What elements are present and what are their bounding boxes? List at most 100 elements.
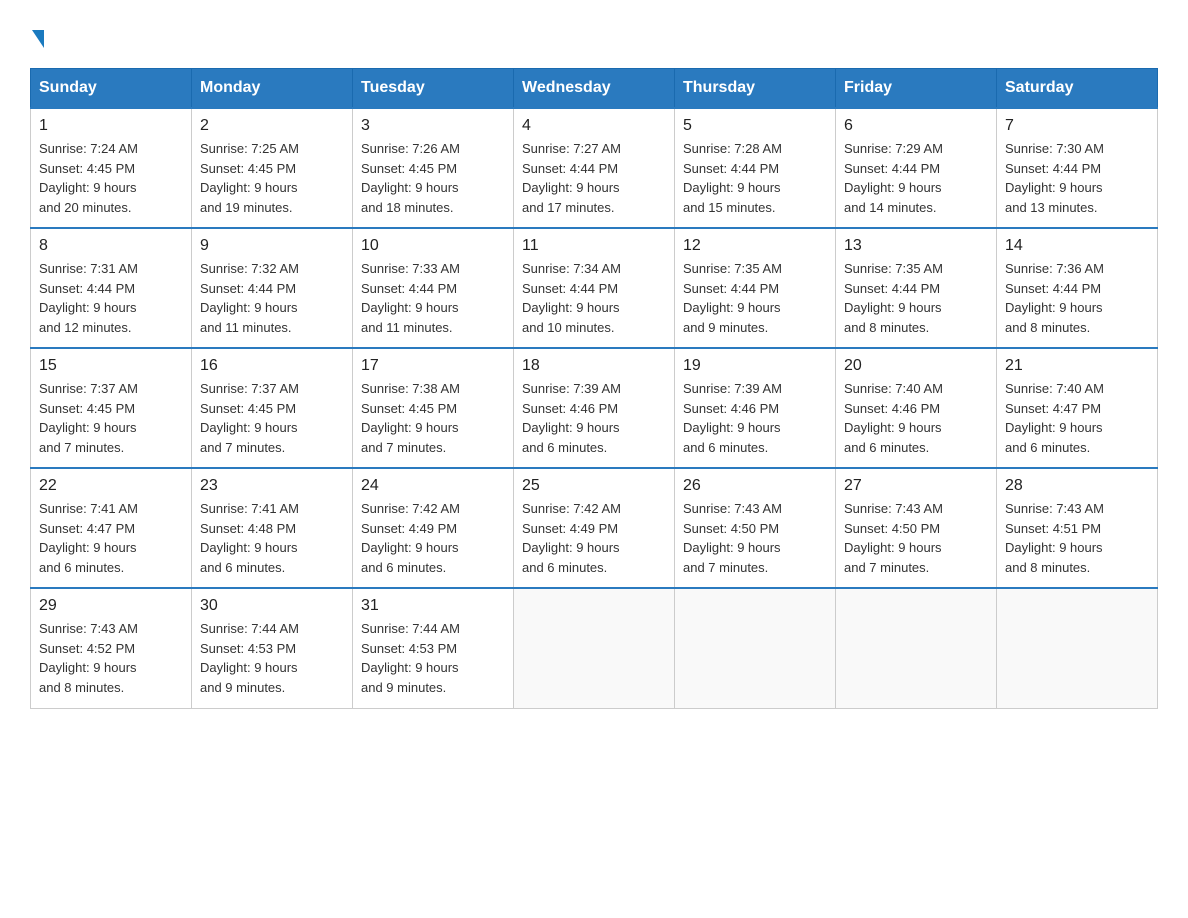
day-info: Sunrise: 7:36 AMSunset: 4:44 PMDaylight:… [1005, 259, 1149, 337]
day-info: Sunrise: 7:42 AMSunset: 4:49 PMDaylight:… [522, 499, 666, 577]
calendar-cell: 6 Sunrise: 7:29 AMSunset: 4:44 PMDayligh… [836, 108, 997, 228]
calendar-cell: 20 Sunrise: 7:40 AMSunset: 4:46 PMDaylig… [836, 348, 997, 468]
calendar-cell: 25 Sunrise: 7:42 AMSunset: 4:49 PMDaylig… [514, 468, 675, 588]
day-number: 16 [200, 357, 344, 375]
day-info: Sunrise: 7:27 AMSunset: 4:44 PMDaylight:… [522, 139, 666, 217]
day-number: 25 [522, 477, 666, 495]
calendar-cell: 10 Sunrise: 7:33 AMSunset: 4:44 PMDaylig… [353, 228, 514, 348]
day-number: 10 [361, 237, 505, 255]
calendar-cell: 27 Sunrise: 7:43 AMSunset: 4:50 PMDaylig… [836, 468, 997, 588]
day-number: 30 [200, 597, 344, 615]
calendar-cell: 28 Sunrise: 7:43 AMSunset: 4:51 PMDaylig… [997, 468, 1158, 588]
day-number: 11 [522, 237, 666, 255]
calendar-week-1: 1 Sunrise: 7:24 AMSunset: 4:45 PMDayligh… [31, 108, 1158, 228]
day-number: 28 [1005, 477, 1149, 495]
day-info: Sunrise: 7:29 AMSunset: 4:44 PMDaylight:… [844, 139, 988, 217]
calendar-week-4: 22 Sunrise: 7:41 AMSunset: 4:47 PMDaylig… [31, 468, 1158, 588]
day-number: 3 [361, 117, 505, 135]
day-number: 9 [200, 237, 344, 255]
day-number: 19 [683, 357, 827, 375]
day-info: Sunrise: 7:31 AMSunset: 4:44 PMDaylight:… [39, 259, 183, 337]
logo-arrow-icon [32, 30, 44, 48]
day-info: Sunrise: 7:43 AMSunset: 4:51 PMDaylight:… [1005, 499, 1149, 577]
day-info: Sunrise: 7:39 AMSunset: 4:46 PMDaylight:… [683, 379, 827, 457]
calendar-cell: 21 Sunrise: 7:40 AMSunset: 4:47 PMDaylig… [997, 348, 1158, 468]
day-info: Sunrise: 7:37 AMSunset: 4:45 PMDaylight:… [200, 379, 344, 457]
weekday-header-friday: Friday [836, 69, 997, 109]
day-number: 22 [39, 477, 183, 495]
day-number: 21 [1005, 357, 1149, 375]
calendar-cell: 16 Sunrise: 7:37 AMSunset: 4:45 PMDaylig… [192, 348, 353, 468]
day-info: Sunrise: 7:38 AMSunset: 4:45 PMDaylight:… [361, 379, 505, 457]
day-info: Sunrise: 7:43 AMSunset: 4:50 PMDaylight:… [844, 499, 988, 577]
day-number: 26 [683, 477, 827, 495]
day-number: 24 [361, 477, 505, 495]
calendar-cell: 4 Sunrise: 7:27 AMSunset: 4:44 PMDayligh… [514, 108, 675, 228]
day-number: 7 [1005, 117, 1149, 135]
day-info: Sunrise: 7:28 AMSunset: 4:44 PMDaylight:… [683, 139, 827, 217]
calendar-cell: 17 Sunrise: 7:38 AMSunset: 4:45 PMDaylig… [353, 348, 514, 468]
day-info: Sunrise: 7:37 AMSunset: 4:45 PMDaylight:… [39, 379, 183, 457]
day-info: Sunrise: 7:33 AMSunset: 4:44 PMDaylight:… [361, 259, 505, 337]
calendar-cell: 11 Sunrise: 7:34 AMSunset: 4:44 PMDaylig… [514, 228, 675, 348]
weekday-header-saturday: Saturday [997, 69, 1158, 109]
calendar-week-2: 8 Sunrise: 7:31 AMSunset: 4:44 PMDayligh… [31, 228, 1158, 348]
day-info: Sunrise: 7:25 AMSunset: 4:45 PMDaylight:… [200, 139, 344, 217]
logo [30, 30, 46, 48]
day-number: 29 [39, 597, 183, 615]
day-info: Sunrise: 7:32 AMSunset: 4:44 PMDaylight:… [200, 259, 344, 337]
calendar-cell [675, 588, 836, 708]
day-info: Sunrise: 7:40 AMSunset: 4:46 PMDaylight:… [844, 379, 988, 457]
calendar-cell: 29 Sunrise: 7:43 AMSunset: 4:52 PMDaylig… [31, 588, 192, 708]
calendar-cell: 13 Sunrise: 7:35 AMSunset: 4:44 PMDaylig… [836, 228, 997, 348]
day-info: Sunrise: 7:43 AMSunset: 4:52 PMDaylight:… [39, 619, 183, 697]
calendar-cell: 15 Sunrise: 7:37 AMSunset: 4:45 PMDaylig… [31, 348, 192, 468]
day-info: Sunrise: 7:44 AMSunset: 4:53 PMDaylight:… [200, 619, 344, 697]
calendar-cell [997, 588, 1158, 708]
day-info: Sunrise: 7:26 AMSunset: 4:45 PMDaylight:… [361, 139, 505, 217]
calendar-cell: 2 Sunrise: 7:25 AMSunset: 4:45 PMDayligh… [192, 108, 353, 228]
weekday-header-row: SundayMondayTuesdayWednesdayThursdayFrid… [31, 69, 1158, 109]
day-number: 15 [39, 357, 183, 375]
day-info: Sunrise: 7:41 AMSunset: 4:48 PMDaylight:… [200, 499, 344, 577]
day-info: Sunrise: 7:35 AMSunset: 4:44 PMDaylight:… [683, 259, 827, 337]
calendar-cell [836, 588, 997, 708]
calendar-cell: 7 Sunrise: 7:30 AMSunset: 4:44 PMDayligh… [997, 108, 1158, 228]
day-info: Sunrise: 7:24 AMSunset: 4:45 PMDaylight:… [39, 139, 183, 217]
day-number: 18 [522, 357, 666, 375]
day-number: 27 [844, 477, 988, 495]
calendar-cell: 9 Sunrise: 7:32 AMSunset: 4:44 PMDayligh… [192, 228, 353, 348]
calendar-week-5: 29 Sunrise: 7:43 AMSunset: 4:52 PMDaylig… [31, 588, 1158, 708]
calendar-cell: 23 Sunrise: 7:41 AMSunset: 4:48 PMDaylig… [192, 468, 353, 588]
day-number: 8 [39, 237, 183, 255]
page-header [30, 20, 1158, 48]
calendar-cell: 18 Sunrise: 7:39 AMSunset: 4:46 PMDaylig… [514, 348, 675, 468]
day-info: Sunrise: 7:41 AMSunset: 4:47 PMDaylight:… [39, 499, 183, 577]
weekday-header-tuesday: Tuesday [353, 69, 514, 109]
calendar-cell: 22 Sunrise: 7:41 AMSunset: 4:47 PMDaylig… [31, 468, 192, 588]
calendar-cell: 14 Sunrise: 7:36 AMSunset: 4:44 PMDaylig… [997, 228, 1158, 348]
weekday-header-wednesday: Wednesday [514, 69, 675, 109]
calendar-week-3: 15 Sunrise: 7:37 AMSunset: 4:45 PMDaylig… [31, 348, 1158, 468]
day-number: 4 [522, 117, 666, 135]
day-info: Sunrise: 7:39 AMSunset: 4:46 PMDaylight:… [522, 379, 666, 457]
calendar-cell: 8 Sunrise: 7:31 AMSunset: 4:44 PMDayligh… [31, 228, 192, 348]
calendar-cell: 5 Sunrise: 7:28 AMSunset: 4:44 PMDayligh… [675, 108, 836, 228]
calendar-cell: 31 Sunrise: 7:44 AMSunset: 4:53 PMDaylig… [353, 588, 514, 708]
calendar-cell: 24 Sunrise: 7:42 AMSunset: 4:49 PMDaylig… [353, 468, 514, 588]
day-info: Sunrise: 7:43 AMSunset: 4:50 PMDaylight:… [683, 499, 827, 577]
day-info: Sunrise: 7:30 AMSunset: 4:44 PMDaylight:… [1005, 139, 1149, 217]
calendar-cell [514, 588, 675, 708]
day-number: 17 [361, 357, 505, 375]
day-info: Sunrise: 7:40 AMSunset: 4:47 PMDaylight:… [1005, 379, 1149, 457]
day-number: 6 [844, 117, 988, 135]
day-number: 20 [844, 357, 988, 375]
calendar-cell: 26 Sunrise: 7:43 AMSunset: 4:50 PMDaylig… [675, 468, 836, 588]
day-number: 1 [39, 117, 183, 135]
calendar-cell: 19 Sunrise: 7:39 AMSunset: 4:46 PMDaylig… [675, 348, 836, 468]
day-number: 23 [200, 477, 344, 495]
day-number: 31 [361, 597, 505, 615]
calendar-cell: 1 Sunrise: 7:24 AMSunset: 4:45 PMDayligh… [31, 108, 192, 228]
weekday-header-monday: Monday [192, 69, 353, 109]
weekday-header-sunday: Sunday [31, 69, 192, 109]
